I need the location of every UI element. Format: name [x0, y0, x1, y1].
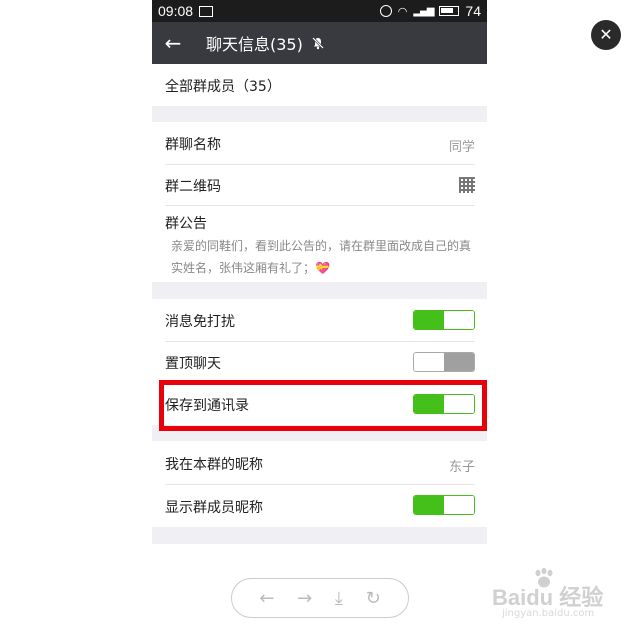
- show-nicknames-toggle[interactable]: [413, 495, 475, 515]
- my-nickname-label: 我在本群的昵称: [165, 457, 263, 473]
- phone-screenshot: 09:08 ◠ ▂▄▆ 74 ← 聊天信息(35) 全部群成员（35） 群聊名称…: [152, 0, 487, 557]
- watermark-url: jingyan.baidu.com: [502, 608, 595, 619]
- baidu-watermark: Baidu 经验 jingyan.baidu.com: [492, 568, 632, 628]
- group-name-label: 群聊名称: [165, 137, 221, 153]
- pin-label: 置顶聊天: [165, 356, 221, 372]
- all-members-label: 全部群成员（35）: [165, 79, 281, 95]
- mute-label: 消息免打扰: [165, 314, 235, 330]
- status-bar: 09:08 ◠ ▂▄▆ 74: [152, 0, 487, 22]
- qr-code-icon: [459, 177, 475, 193]
- qr-code-label: 群二维码: [165, 179, 221, 195]
- show-nicknames-row: 显示群成员昵称: [152, 485, 487, 527]
- wifi-icon: ◠: [397, 4, 408, 18]
- group-notice-label: 群公告: [165, 216, 207, 232]
- next-row-partial: [152, 544, 487, 557]
- pin-toggle[interactable]: [413, 352, 475, 372]
- show-nicknames-label: 显示群成员昵称: [165, 500, 263, 516]
- my-nickname-value: 东子: [448, 460, 475, 475]
- mute-row: 消息免打扰: [152, 299, 487, 341]
- group-name-value: 同学: [448, 140, 475, 155]
- image-icon: [199, 5, 214, 17]
- title-bar: ← 聊天信息(35): [152, 22, 487, 64]
- back-arrow-icon[interactable]: ←: [259, 588, 274, 609]
- viewer-nav: ← → ⤓ ↻: [231, 578, 409, 618]
- refresh-icon[interactable]: ↻: [366, 588, 381, 609]
- group-info-card: 群聊名称 同学 群二维码 群公告 亲爱的同鞋们，看到此公告的，请在群里面改成自己…: [152, 122, 487, 282]
- forward-arrow-icon[interactable]: →: [297, 588, 312, 609]
- group-notice-text: 亲爱的同鞋们，看到此公告的，请在群里面改成自己的真实姓名，张伟这厢有礼了；💝: [171, 239, 472, 275]
- my-nickname-row[interactable]: 我在本群的昵称 东子: [152, 441, 487, 484]
- signal-icon: ▂▄▆: [413, 5, 434, 17]
- nickname-card: 我在本群的昵称 东子 显示群成员昵称: [152, 441, 487, 527]
- download-icon[interactable]: ⤓: [335, 588, 343, 609]
- pin-row: 置顶聊天: [152, 342, 487, 383]
- page-title: 聊天信息(35): [206, 35, 303, 54]
- arrow-left-icon[interactable]: ←: [152, 22, 194, 64]
- mute-toggle[interactable]: [413, 310, 475, 330]
- battery-icon: [439, 6, 460, 16]
- alarm-icon: [379, 5, 392, 17]
- bell-off-icon: [311, 37, 324, 50]
- qr-code-row[interactable]: 群二维码: [152, 165, 487, 205]
- battery-level: 74: [465, 3, 481, 19]
- status-time: 09:08: [158, 3, 194, 19]
- highlight-box: [159, 380, 487, 431]
- close-button[interactable]: ✕: [591, 20, 621, 50]
- image-viewer: ✕ 09:08 ◠ ▂▄▆ 74 ← 聊天信息(35) 全部群成员（35） 群聊…: [0, 0, 640, 638]
- all-members-row[interactable]: 全部群成员（35）: [152, 64, 487, 106]
- group-name-row[interactable]: 群聊名称 同学: [152, 122, 487, 164]
